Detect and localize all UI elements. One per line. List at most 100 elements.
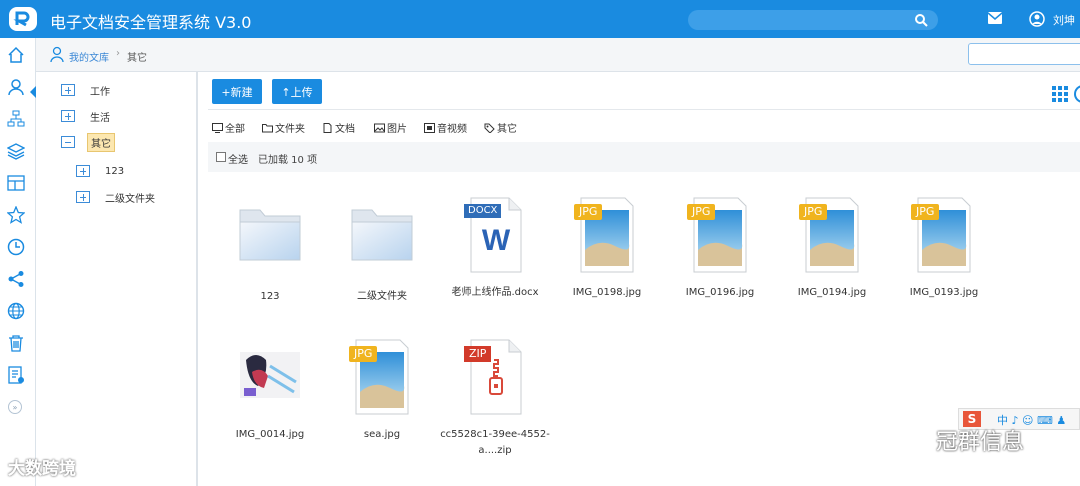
filter-label: 图片 xyxy=(387,124,407,135)
file-item[interactable]: JPG IMG_0193.jpg xyxy=(887,194,997,314)
file-name: IMG_0198.jpg xyxy=(572,287,642,298)
expand-icon[interactable] xyxy=(61,110,75,122)
file-name: 123 xyxy=(260,291,280,302)
monitor-icon xyxy=(212,122,223,133)
file-item[interactable]: JPG IMG_0194.jpg xyxy=(775,194,885,314)
globe-icon xyxy=(7,302,25,320)
filter-all[interactable]: 全部 xyxy=(212,120,245,135)
tree-item-label: 其它 xyxy=(87,132,115,152)
mail-icon[interactable] xyxy=(988,12,1002,24)
file-item[interactable]: 二级文件夹 xyxy=(325,198,435,318)
rail-log[interactable] xyxy=(0,360,32,390)
search-icon[interactable] xyxy=(914,13,928,27)
rail-recent[interactable] xyxy=(0,232,32,262)
file-item[interactable]: JPG sea.jpg xyxy=(325,336,435,456)
user-icon xyxy=(50,46,64,62)
expand-rail-icon[interactable]: » xyxy=(8,400,22,414)
global-search-input[interactable] xyxy=(688,10,938,30)
user-name[interactable]: 刘坤 xyxy=(1053,12,1075,28)
file-name: sea.jpg xyxy=(363,429,401,440)
file-type-badge: JPG xyxy=(799,204,828,220)
tree-item-subfolder[interactable]: 二级文件夹 xyxy=(76,188,158,206)
expand-icon[interactable] xyxy=(61,84,75,96)
document-icon xyxy=(323,122,332,133)
user-avatar-icon[interactable] xyxy=(1029,11,1045,27)
select-all-label[interactable]: 全选 xyxy=(228,151,248,166)
file-item[interactable]: IMG_0014.jpg xyxy=(213,336,323,456)
file-item[interactable]: ZIP cc5528c1-39ee-4552-a....zip xyxy=(438,336,550,456)
grid-view-icon[interactable] xyxy=(1052,86,1068,102)
breadcrumb-home[interactable]: 我的文库 xyxy=(69,49,109,64)
file-type-badge: JPG xyxy=(574,204,603,220)
expand-icon[interactable] xyxy=(76,191,90,203)
watermark-right: 冠群信息 xyxy=(936,430,1025,455)
folder-icon xyxy=(239,209,301,261)
tag-icon xyxy=(484,123,495,133)
file-name: 老师上线作品.docx xyxy=(451,287,539,298)
upload-button[interactable]: ↑上传 xyxy=(272,79,322,104)
file-type-badge: JPG xyxy=(349,346,378,362)
file-type-badge: JPG xyxy=(911,204,940,220)
loaded-count: 已加载 10 项 xyxy=(258,155,318,166)
rail-trash[interactable] xyxy=(0,328,32,358)
filter-image[interactable]: 图片 xyxy=(374,120,407,135)
expand-icon[interactable] xyxy=(76,165,90,177)
file-type-badge: DOCX xyxy=(464,204,502,218)
filter-label: 其它 xyxy=(497,124,517,135)
file-item[interactable]: 123 xyxy=(213,198,323,318)
tree-item-label: 生活 xyxy=(90,112,110,124)
rail-web[interactable] xyxy=(0,296,32,326)
rail-share[interactable] xyxy=(0,264,32,294)
selection-bar: 全选 已加载 10 项 xyxy=(208,142,1080,172)
file-item[interactable]: W DOCX 老师上线作品.docx xyxy=(438,194,548,314)
tree-item-label: 123 xyxy=(105,165,125,177)
rail-layers[interactable] xyxy=(0,136,32,166)
new-button[interactable]: +新建 xyxy=(212,79,262,104)
list-view-icon[interactable] xyxy=(1074,85,1080,103)
tree-item-123[interactable]: 123 xyxy=(76,162,127,180)
rail-personal-library[interactable] xyxy=(0,72,32,102)
file-search-input[interactable] xyxy=(968,43,1080,65)
media-icon xyxy=(424,122,435,133)
type-filters: 全部 文件夹 文档 图片 音视频 其它 xyxy=(208,112,1080,140)
file-name: 二级文件夹 xyxy=(357,291,407,302)
app-title: 电子文档安全管理系统 V3.0 xyxy=(50,13,252,32)
breadcrumb: 我的文库 › 其它 xyxy=(36,38,1080,72)
breadcrumb-current: 其它 xyxy=(127,53,147,64)
file-item[interactable]: JPG IMG_0196.jpg xyxy=(663,194,773,314)
toolbar: +新建 ↑上传 xyxy=(208,72,1080,110)
folder-tree: 工作 生活 其它 123 二级文件夹 xyxy=(36,72,198,486)
filter-folder[interactable]: 文件夹 xyxy=(262,120,305,135)
trash-icon xyxy=(9,335,23,352)
select-all-checkbox[interactable] xyxy=(216,152,226,162)
log-icon xyxy=(8,366,24,384)
filter-media[interactable]: 音视频 xyxy=(424,120,467,135)
tree-item-life[interactable]: 生活 xyxy=(61,107,113,125)
tree-item-label: 二级文件夹 xyxy=(105,193,155,205)
rail-dashboard[interactable] xyxy=(0,168,32,198)
filter-other[interactable]: 其它 xyxy=(484,120,517,135)
filter-label: 全部 xyxy=(225,124,245,135)
file-name: IMG_0014.jpg xyxy=(235,429,305,440)
file-type-badge: ZIP xyxy=(464,346,492,362)
photo-thumbnail-icon xyxy=(240,352,300,398)
breadcrumb-separator: › xyxy=(116,48,120,59)
home-icon xyxy=(8,46,24,63)
rail-org[interactable] xyxy=(0,104,32,134)
file-type-badge: JPG xyxy=(687,204,716,220)
filter-label: 文件夹 xyxy=(275,124,305,135)
rail-home[interactable] xyxy=(0,40,32,70)
file-item[interactable]: JPG IMG_0198.jpg xyxy=(550,194,660,314)
file-name: IMG_0196.jpg xyxy=(685,287,755,298)
rail-favorites[interactable] xyxy=(0,200,32,230)
file-name: cc5528c1-39ee-4552-a....zip xyxy=(440,429,550,456)
filter-document[interactable]: 文档 xyxy=(322,120,355,135)
tree-item-work[interactable]: 工作 xyxy=(61,81,113,99)
org-chart-icon xyxy=(7,110,25,127)
tree-item-other[interactable]: 其它 xyxy=(61,132,115,152)
app-logo-icon xyxy=(9,7,37,31)
tree-item-label: 工作 xyxy=(90,86,110,98)
collapse-icon[interactable] xyxy=(61,136,75,148)
folder-icon xyxy=(351,209,413,261)
layers-icon xyxy=(7,143,25,160)
